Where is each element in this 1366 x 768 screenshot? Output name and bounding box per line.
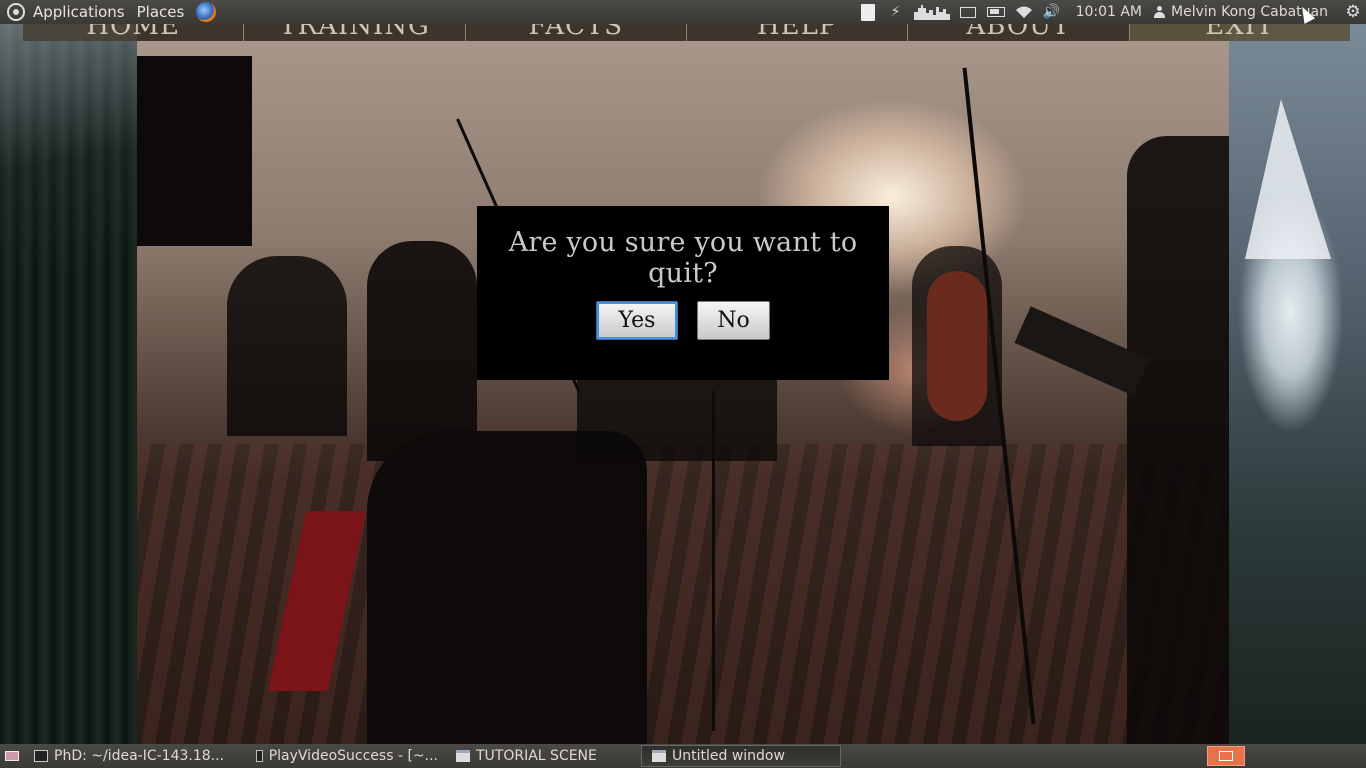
show-desktop-icon[interactable]	[0, 744, 24, 768]
main-nav: HOME TRAINING FACTS HELP ABOUT EXIT	[23, 24, 1350, 41]
bottom-panel: PhD: ~/idea-IC-143.18... PlayVideoSucces…	[0, 744, 1366, 768]
nav-about[interactable]: ABOUT	[908, 24, 1130, 41]
forest-background	[0, 24, 137, 744]
window-icon	[652, 750, 666, 762]
nav-facts[interactable]: FACTS	[466, 24, 687, 41]
dialog-title: Are you sure you want to quit?	[508, 227, 858, 289]
nav-help[interactable]: HELP	[687, 24, 909, 41]
mail-icon[interactable]	[954, 0, 982, 24]
session-gear-icon[interactable]: ⚙	[1340, 2, 1366, 22]
wifi-icon[interactable]	[1010, 0, 1038, 24]
yes-button[interactable]: Yes	[596, 301, 678, 340]
nav-exit[interactable]: EXIT	[1129, 24, 1350, 41]
taskbar-task-untitled-window[interactable]: Untitled window	[641, 745, 841, 767]
window-icon	[456, 750, 470, 762]
no-button[interactable]: No	[697, 301, 770, 340]
terminal-icon	[34, 750, 48, 762]
weather-icon[interactable]	[910, 0, 954, 24]
app-window: HOME TRAINING FACTS HELP ABOUT EXIT Are …	[0, 24, 1366, 744]
battery-icon[interactable]	[982, 0, 1010, 24]
mountain-background	[1229, 24, 1366, 744]
document-icon[interactable]	[854, 0, 882, 24]
clock[interactable]: 10:01 AM	[1066, 4, 1154, 20]
firefox-launcher-icon[interactable]	[196, 2, 217, 22]
volume-icon[interactable]: 🔊	[1038, 0, 1066, 24]
workspace-switcher[interactable]	[1207, 746, 1245, 766]
taskbar-task-terminal[interactable]: PhD: ~/idea-IC-143.18...	[24, 745, 246, 767]
nav-home[interactable]: HOME	[23, 24, 245, 41]
user-icon	[1154, 6, 1166, 18]
nav-training[interactable]: TRAINING	[244, 24, 466, 41]
top-panel: Applications Places ⚡ 🔊 10:01 AM Melvin …	[0, 0, 1366, 24]
places-menu[interactable]: Places	[137, 3, 185, 21]
taskbar-task-intellij[interactable]: PlayVideoSuccess - [~...	[246, 745, 446, 767]
taskbar-task-tutorial-scene[interactable]: TUTORIAL SCENE	[446, 745, 641, 767]
quit-dialog: Are you sure you want to quit? Yes No	[477, 206, 889, 380]
bolt-icon[interactable]: ⚡	[882, 0, 910, 24]
intellij-icon	[256, 750, 263, 762]
applications-menu[interactable]: Applications	[33, 3, 125, 21]
ubuntu-logo-icon[interactable]	[7, 3, 25, 21]
video-player[interactable]	[137, 41, 1229, 744]
